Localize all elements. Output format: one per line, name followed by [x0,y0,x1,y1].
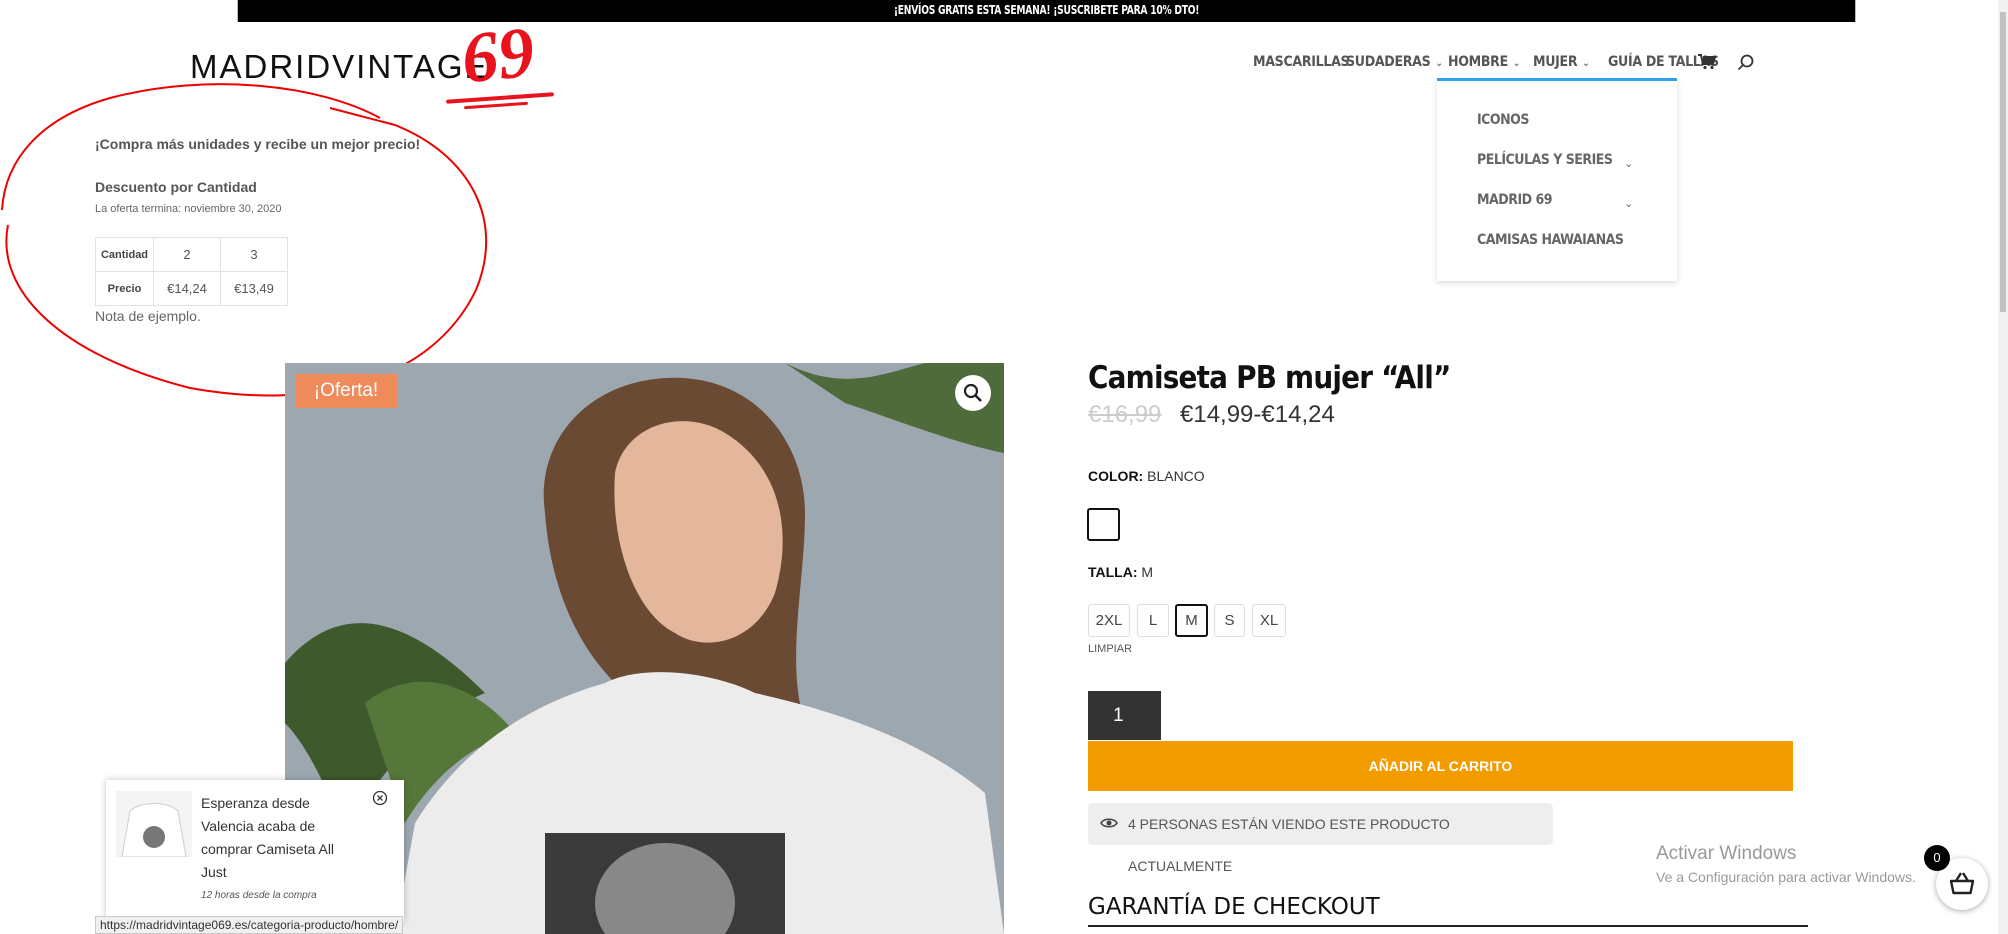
nav-item-hombre[interactable]: HOMBRE ⌄ [1448,54,1520,70]
clear-selection-link[interactable]: LIMPIAR [1088,643,1132,655]
sale-price-range: €14,99-€14,24 [1180,401,1335,428]
dropdown-item-iconos[interactable]: ICONOS [1477,112,1529,128]
chevron-down-icon: ⌄ [1582,58,1590,69]
product-title: Camiseta PB mujer “All” [1088,360,1451,396]
size-option-xl[interactable]: XL [1252,604,1286,637]
dropdown-item-peliculas-series[interactable]: PELÍCULAS Y SERIES [1477,152,1613,168]
sale-badge: ¡Oferta! [295,374,397,408]
nav-item-sudaderas[interactable]: SUDADERAS ⌄ [1346,54,1443,70]
attribute-name: TALLA: [1088,564,1138,580]
zoom-button[interactable] [955,375,991,411]
thumbnail-image [116,791,192,857]
live-viewers-notice: 4 PERSONAS ESTÁN VIENDO ESTE PRODUCTO AC… [1088,803,1553,874]
nav-label: MASCARILLAS [1253,54,1350,70]
windows-activation-title: Activar Windows [1656,843,1797,864]
regular-price: €16,99 [1088,401,1162,428]
recent-purchase-popup[interactable]: Esperanza desde Valencia acaba de compra… [106,780,404,922]
nav-label: MUJER [1533,54,1578,70]
size-option-m[interactable]: M [1175,604,1208,637]
size-attribute-label: TALLA: M [1088,564,1153,580]
size-option-l[interactable]: L [1137,604,1169,637]
nav-label: HOMBRE [1448,54,1508,70]
eye-icon [1100,818,1118,828]
red-annotation-circle [1,83,488,397]
viewers-text: 4 PERSONAS ESTÁN VIENDO ESTE PRODUCTO AC… [1128,816,1450,874]
color-attribute-label: COLOR: BLANCO [1088,468,1205,484]
search-icon[interactable] [1737,54,1755,72]
product-thumbnail [116,791,192,857]
purchase-time: 12 horas desde la compra [201,890,317,901]
cart-icon[interactable] [1698,54,1716,70]
quantity-input[interactable]: 1 [1088,691,1161,740]
chevron-down-icon: ⌄ [1512,58,1521,69]
size-option-2xl[interactable]: 2XL [1088,604,1130,637]
chevron-down-icon[interactable]: ⌄ [1624,157,1633,170]
windows-activation-hint: Ve a Configuración para activar Windows. [1656,869,1916,885]
cart-count-badge: 0 [1924,845,1950,871]
nav-item-mascarillas[interactable]: MASCARILLAS [1253,54,1350,70]
attribute-name: COLOR: [1088,468,1144,484]
magnifier-icon [963,383,982,402]
add-to-cart-button[interactable]: AÑADIR AL CARRITO [1088,741,1793,791]
chevron-down-icon[interactable]: ⌄ [1624,197,1633,210]
close-icon[interactable] [372,790,388,806]
page: ¡ENVÍOS GRATIS ESTA SEMANA! ¡SUSCRIBETE … [0,0,2008,934]
dropdown-item-madrid-69[interactable]: MADRID 69 [1477,192,1553,208]
attribute-value: M [1141,564,1154,580]
dropdown-item-camisas-hawaianas[interactable]: CAMISAS HAWAIANAS [1477,232,1624,248]
nav-item-mujer[interactable]: MUJER ⌄ [1533,54,1590,70]
attribute-value: BLANCO [1147,468,1205,484]
nav-label: SUDADERAS [1346,54,1431,70]
hombre-dropdown-menu: ICONOS PELÍCULAS Y SERIES ⌄ MADRID 69 ⌄ … [1437,81,1677,281]
chevron-down-icon: ⌄ [1435,58,1443,69]
size-option-s[interactable]: S [1214,604,1245,637]
divider [1088,925,1808,927]
status-bar-url: https://madridvintage069.es/categoria-pr… [95,916,404,934]
purchase-message: Esperanza desde Valencia acaba de compra… [201,795,335,880]
checkout-guarantee-heading: GARANTÍA DE CHECKOUT [1088,894,1380,920]
color-swatch-blanco[interactable] [1087,508,1120,541]
scrollbar-thumb[interactable] [2000,12,2006,312]
